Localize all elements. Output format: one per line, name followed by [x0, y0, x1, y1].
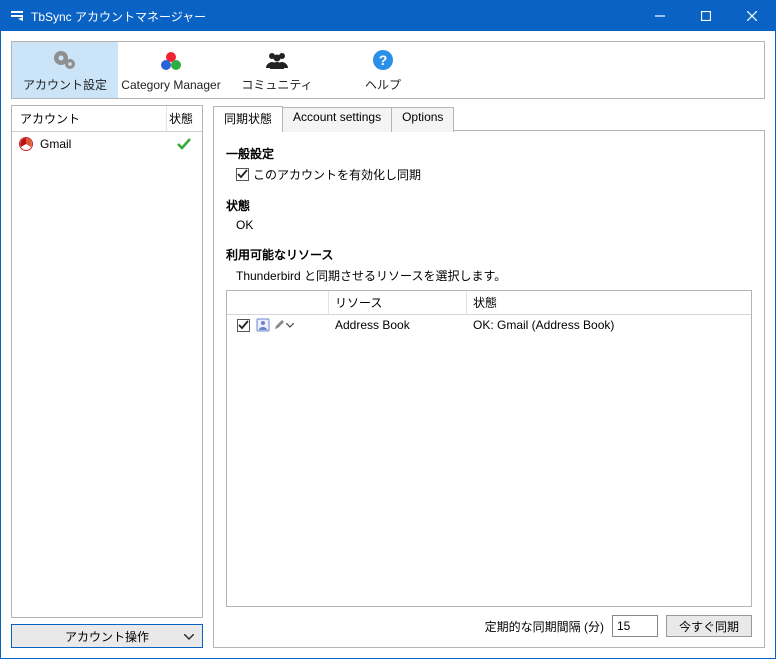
- section-general-title: 一般設定: [226, 145, 752, 162]
- resource-checkbox[interactable]: [237, 319, 250, 332]
- resources-table: リソース 状態: [226, 290, 752, 607]
- toolbar-label: ヘルプ: [365, 76, 401, 93]
- account-operations-button[interactable]: アカウント操作: [11, 624, 203, 648]
- account-header-state: 状態: [166, 106, 202, 131]
- resources-hint: Thunderbird と同期させるリソースを選択します。: [226, 267, 752, 284]
- toolbar-community[interactable]: コミュニティ: [224, 42, 330, 98]
- window-buttons: [637, 1, 775, 31]
- minimize-button[interactable]: [637, 1, 683, 31]
- tab-panel: 一般設定 このアカウントを有効化し同期 状態 OK 利用可能なリソース Thun…: [213, 130, 765, 648]
- gmail-icon: [18, 136, 34, 152]
- section-state-title: 状態: [226, 197, 752, 214]
- account-row[interactable]: Gmail: [12, 132, 202, 156]
- window-title: TbSync アカウントマネージャー: [31, 8, 637, 25]
- section-resources-title: 利用可能なリソース: [226, 246, 752, 263]
- addressbook-icon: [253, 318, 273, 332]
- left-column: アカウント 状態 Gmail アカウント操作: [11, 105, 203, 648]
- help-icon: ?: [370, 47, 396, 73]
- community-icon: [264, 47, 290, 73]
- right-column: 同期状態 Account settings Options 一般設定 このアカウ…: [213, 105, 765, 648]
- sync-now-button[interactable]: 今すぐ同期: [666, 615, 752, 637]
- titlebar: TbSync アカウントマネージャー: [1, 1, 775, 31]
- account-list: アカウント 状態 Gmail: [11, 105, 203, 618]
- enable-account-label: このアカウントを有効化し同期: [253, 166, 421, 183]
- res-header-state: 状態: [467, 291, 751, 314]
- edit-icon[interactable]: [273, 319, 303, 331]
- toolbar-help[interactable]: ? ヘルプ: [330, 42, 436, 98]
- account-status-ok-icon: [172, 136, 196, 152]
- state-value: OK: [226, 218, 752, 232]
- toolbar-account-settings[interactable]: アカウント設定: [12, 42, 118, 98]
- enable-account-checkbox-row: このアカウントを有効化し同期: [226, 166, 752, 183]
- chevron-down-icon: [286, 323, 294, 328]
- close-button[interactable]: [729, 1, 775, 31]
- account-list-header: アカウント 状態: [12, 106, 202, 132]
- toolbar: アカウント設定 Category Manager コミュニティ ? ヘルプ: [11, 41, 765, 99]
- maximize-button[interactable]: [683, 1, 729, 31]
- tab-account-settings[interactable]: Account settings: [282, 107, 392, 132]
- account-header-name: アカウント: [12, 106, 166, 131]
- resources-header: リソース 状態: [227, 291, 751, 315]
- content: アカウント設定 Category Manager コミュニティ ? ヘルプ: [1, 31, 775, 658]
- gear-icon: [52, 47, 78, 73]
- account-name: Gmail: [40, 137, 172, 151]
- toolbar-category-manager[interactable]: Category Manager: [118, 42, 224, 98]
- account-operations-label: アカウント操作: [65, 628, 149, 645]
- chevron-down-icon: [184, 629, 194, 643]
- resource-name: Address Book: [335, 318, 473, 332]
- interval-label: 定期的な同期間隔 (分): [485, 618, 604, 635]
- toolbar-label: Category Manager: [121, 78, 220, 92]
- svg-text:?: ?: [379, 52, 388, 68]
- category-icon: [158, 49, 184, 75]
- enable-account-checkbox[interactable]: [236, 168, 249, 181]
- res-header-resource: リソース: [329, 291, 467, 314]
- resources-body: Address Book OK: Gmail (Address Book): [227, 315, 751, 606]
- main-row: アカウント 状態 Gmail アカウント操作: [11, 105, 765, 648]
- res-header-empty: [227, 291, 329, 314]
- bottom-row: 定期的な同期間隔 (分) 今すぐ同期: [226, 615, 752, 637]
- resource-row[interactable]: Address Book OK: Gmail (Address Book): [227, 315, 751, 335]
- app-window: TbSync アカウントマネージャー アカウント設定 Category Mana…: [0, 0, 776, 659]
- toolbar-label: コミュニティ: [241, 76, 312, 93]
- resource-state: OK: Gmail (Address Book): [473, 318, 745, 332]
- app-icon: [9, 8, 25, 24]
- toolbar-label: アカウント設定: [23, 76, 107, 93]
- tab-sync-state[interactable]: 同期状態: [213, 106, 283, 131]
- interval-input[interactable]: [612, 615, 658, 637]
- tabs: 同期状態 Account settings Options: [213, 105, 765, 130]
- tab-options[interactable]: Options: [391, 107, 454, 132]
